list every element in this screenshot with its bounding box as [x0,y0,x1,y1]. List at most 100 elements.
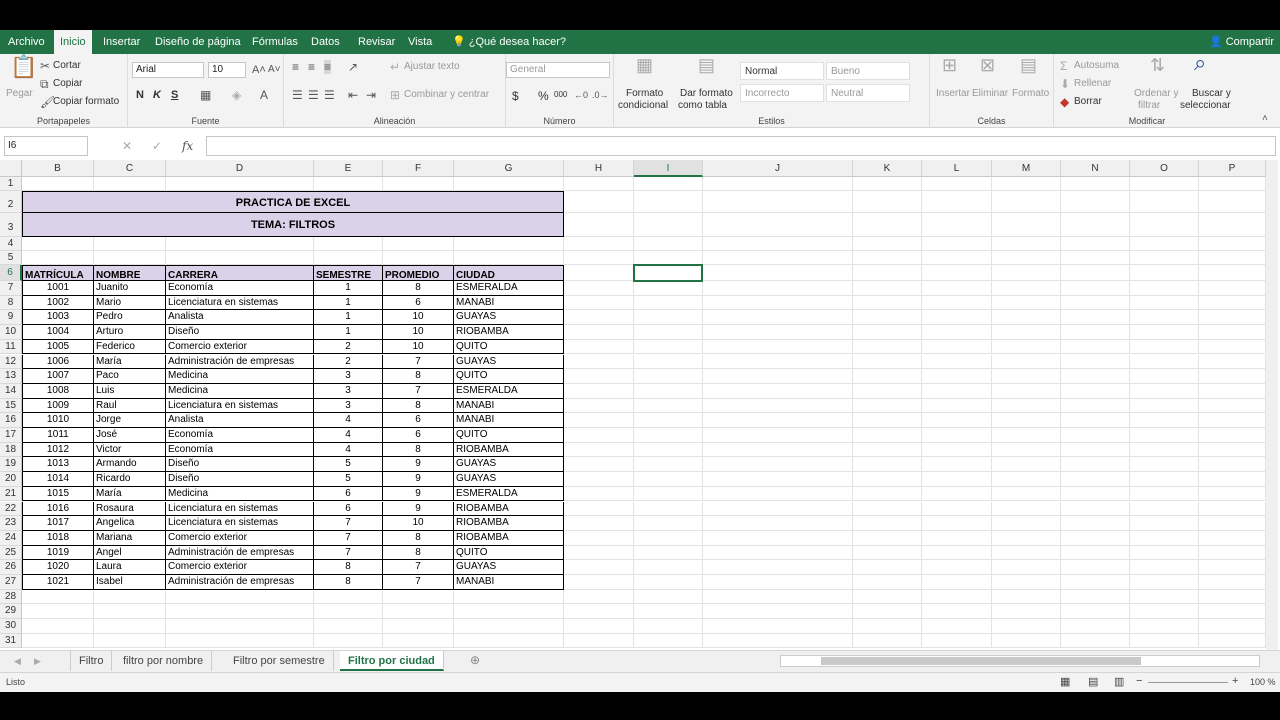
table-cell[interactable]: José [94,428,166,443]
grid-cell[interactable] [992,251,1061,265]
grid-cell[interactable] [634,457,703,473]
grid-cell[interactable] [703,237,853,251]
table-header-carrera[interactable]: CARRERA [166,265,314,281]
grid-cell[interactable] [22,604,94,620]
merge-center-button[interactable]: Combinar y centrar [404,89,489,100]
grid-cell[interactable] [564,413,634,428]
select-all-corner[interactable] [0,160,22,177]
grid-cell[interactable] [1130,369,1199,384]
grid-cell[interactable] [564,545,634,561]
column-header-h[interactable]: H [564,160,634,177]
grid-cell[interactable] [853,398,922,414]
grid-cell[interactable] [703,354,853,370]
table-cell[interactable]: 1010 [22,413,94,428]
grid-cell[interactable] [564,428,634,443]
table-cell[interactable]: 9 [383,486,454,502]
table-cell[interactable]: RIOBAMBA [454,530,564,546]
row-header-21[interactable]: 21 [0,486,22,502]
underline-button[interactable]: S [171,89,178,101]
table-cell[interactable]: Victor [94,442,166,458]
grid-cell[interactable] [703,191,853,213]
grid-cell[interactable] [853,619,922,634]
grid-cell[interactable] [1130,295,1199,311]
grid-cell[interactable] [922,177,992,191]
decrease-indent-icon[interactable]: ⇤ [348,88,358,102]
row-header-30[interactable]: 30 [0,619,22,634]
table-cell[interactable]: Angel [94,545,166,561]
grid-cell[interactable] [22,237,94,251]
grid-cell[interactable] [1130,442,1199,458]
table-cell[interactable]: 1013 [22,457,94,473]
grid-cell[interactable] [22,619,94,634]
enter-icon[interactable]: ✓ [152,139,162,153]
grid-cell[interactable] [922,589,992,605]
grid-cell[interactable] [992,281,1061,296]
grid-cell[interactable] [1130,251,1199,265]
grid-cell[interactable] [1130,457,1199,473]
grid-cell[interactable] [634,575,703,590]
grid-cell[interactable] [94,604,166,620]
grid-cell[interactable] [703,560,853,575]
table-cell[interactable]: RIOBAMBA [454,516,564,531]
row-header-15[interactable]: 15 [0,398,22,414]
grid-cell[interactable] [853,177,922,191]
table-cell[interactable]: Administración de empresas [166,575,314,590]
grid-cell[interactable] [1199,560,1266,575]
row-header-26[interactable]: 26 [0,560,22,575]
grid-cell[interactable] [634,369,703,384]
table-cell[interactable]: 1014 [22,472,94,487]
grid-cell[interactable] [1061,516,1130,531]
grid-cell[interactable] [992,442,1061,458]
grid-cell[interactable] [1061,486,1130,502]
tab-insertar[interactable]: Insertar [97,30,146,54]
grid-cell[interactable] [922,545,992,561]
grid-cell[interactable] [634,604,703,620]
grid-cell[interactable] [1199,619,1266,634]
grid-cell[interactable] [564,237,634,251]
table-cell[interactable]: GUAYAS [454,560,564,575]
conditional-format-label-2[interactable]: condicional [618,100,668,111]
page-layout-icon[interactable]: ▤ [1088,675,1098,688]
table-cell[interactable]: Licenciatura en sistemas [166,295,314,311]
table-cell[interactable]: Angelica [94,516,166,531]
table-cell[interactable]: 1012 [22,442,94,458]
grid-cell[interactable] [166,237,314,251]
tab-revisar[interactable]: Revisar [352,30,401,54]
grid-cell[interactable] [1130,501,1199,517]
table-cell[interactable]: Medicina [166,369,314,384]
grid-cell[interactable] [1130,428,1199,443]
grid-cell[interactable] [703,413,853,428]
increase-indent-icon[interactable]: ⇥ [366,88,376,102]
grid-cell[interactable] [1199,398,1266,414]
table-cell[interactable]: GUAYAS [454,354,564,370]
grid-cell[interactable] [1130,604,1199,620]
grid-cell[interactable] [1130,191,1199,213]
table-cell[interactable]: MANABI [454,413,564,428]
grid-cell[interactable] [703,295,853,311]
grid-cell[interactable] [992,413,1061,428]
grid-cell[interactable] [922,369,992,384]
spreadsheet-grid[interactable]: B C D E F G H I J K L M N O P 1 2 3 4 5 6 7 8 9 10 11 12 13 14 15 16 17… [0,160,1266,650]
row-header-9[interactable]: 9 [0,310,22,326]
table-cell[interactable]: 6 [383,413,454,428]
grid-cell[interactable] [1061,604,1130,620]
grid-cell[interactable] [1130,383,1199,399]
grid-cell[interactable] [703,213,853,237]
autosum-button[interactable]: Autosuma [1074,60,1119,71]
grid-cell[interactable] [22,177,94,191]
grid-cell[interactable] [314,237,383,251]
table-cell[interactable]: QUITO [454,428,564,443]
grid-cell[interactable] [922,428,992,443]
table-cell[interactable]: Administración de empresas [166,545,314,561]
font-name-select[interactable]: Arial [132,62,204,78]
grid-cell[interactable] [922,413,992,428]
row-header-12[interactable]: 12 [0,354,22,370]
table-cell[interactable]: MANABI [454,295,564,311]
grid-cell[interactable] [1199,295,1266,311]
page-break-icon[interactable]: ▥ [1114,675,1124,688]
grid-cell[interactable] [1130,339,1199,355]
table-cell[interactable]: RIOBAMBA [454,501,564,517]
grid-cell[interactable] [634,310,703,326]
row-header-4[interactable]: 4 [0,237,22,251]
format-painter-button[interactable]: Copiar formato [53,96,119,107]
